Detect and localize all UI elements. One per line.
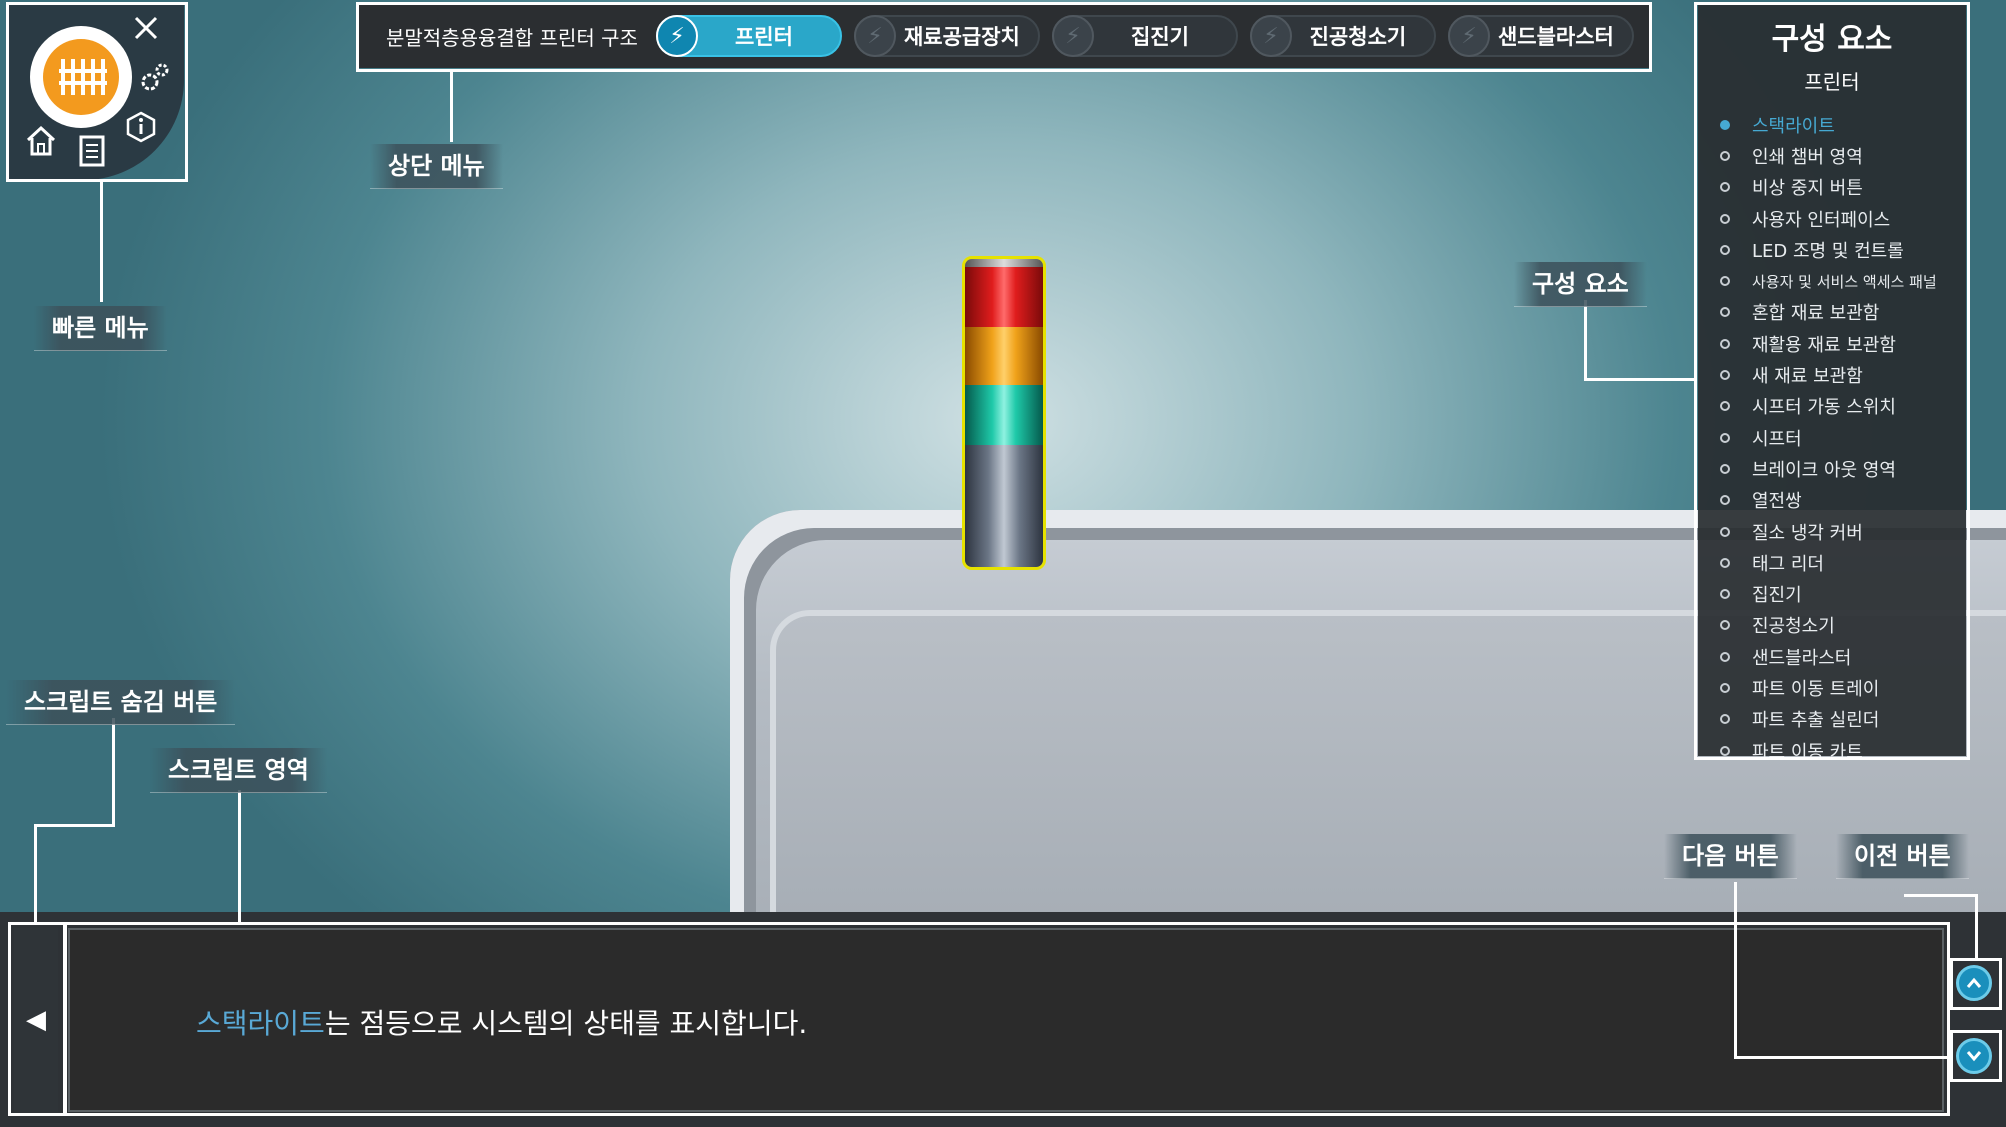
quick-menu-connector [100,182,103,302]
quick-menu-frame [6,2,188,182]
callout-prev-button: 이전 버튼 [1836,834,1969,879]
callout-quick-menu: 빠른 메뉴 [34,306,167,351]
next-button-frame [1950,1030,2002,1082]
prev-connector-v [1975,894,1978,960]
stack-light-green [965,385,1043,445]
prev-connector-h [1904,894,1978,897]
callout-top-menu: 상단 메뉴 [370,144,503,189]
callout-components: 구성 요소 [1514,262,1647,307]
hide-connector-h [34,824,115,827]
callout-hide-script: 스크립트 숨김 버튼 [6,680,236,725]
stack-light-model[interactable] [962,256,1046,570]
components-connector-h [1584,378,1696,381]
stack-light-red [965,267,1043,327]
callout-script-area: 스크립트 영역 [150,748,327,793]
components-connector-v [1584,300,1587,380]
top-menu-connector [450,72,453,142]
next-connector-h [1734,1056,1952,1059]
script-connector [238,790,241,924]
stack-light-base [965,445,1043,567]
components-frame [1694,2,1970,760]
hide-connector-v1 [112,718,115,826]
script-area-frame [64,922,1950,1116]
callout-next-button: 다음 버튼 [1664,834,1797,879]
hide-button-frame [8,922,66,1116]
prev-button-frame [1950,958,2002,1010]
next-connector-v [1734,882,1737,1058]
hide-connector-v2 [34,824,37,924]
stack-light-amber [965,327,1043,385]
top-menu-frame [356,2,1652,72]
